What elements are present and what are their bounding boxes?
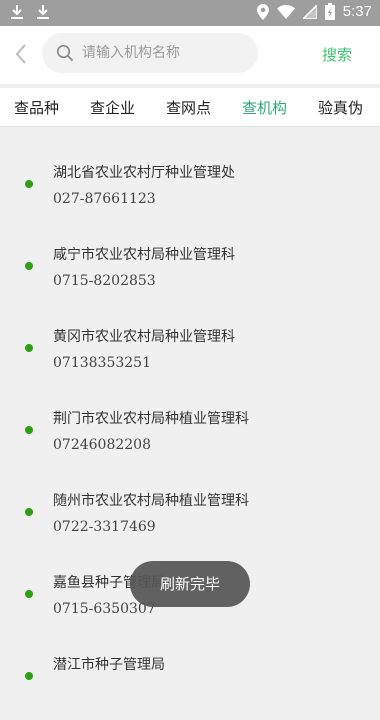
institution-phone: 07246082208 [53, 437, 151, 453]
download-icon [10, 4, 24, 20]
institution-name: 荆门市农业农村局种植业管理科 [53, 411, 249, 427]
institution-list: 湖北省农业农村厅种业管理处 027-87661123 咸宁市农业农村局种业管理科… [0, 146, 380, 720]
institution-name: 随州市农业农村局种植业管理科 [53, 493, 249, 509]
bullet-dot-icon [25, 344, 33, 352]
tab-verify[interactable]: 验真伪 [318, 97, 363, 118]
institution-name: 湖北省农业农村厅种业管理处 [53, 165, 235, 181]
search-button[interactable]: 搜索 [322, 44, 352, 65]
list-item[interactable]: 潜江市种子管理局 [0, 638, 380, 720]
chevron-left-icon[interactable] [12, 42, 32, 66]
toast-message: 刷新完毕 [130, 561, 250, 607]
wifi-icon [276, 4, 295, 19]
institution-phone: 0715-8202853 [53, 273, 156, 289]
institution-name: 潜江市种子管理局 [53, 657, 165, 673]
bullet-dot-icon [25, 672, 33, 680]
institution-name: 黄冈市农业农村局种业管理科 [53, 329, 235, 345]
search-icon [56, 44, 74, 62]
category-tabs: 查品种 查企业 查网点 查机构 验真伪 [0, 88, 380, 127]
header: 搜索 [0, 26, 380, 84]
signal-icon [302, 4, 317, 19]
list-item[interactable]: 湖北省农业农村厅种业管理处 027-87661123 [0, 146, 380, 228]
institution-phone: 027-87661123 [53, 191, 156, 207]
status-time: 5:37 [342, 3, 372, 20]
download-icon [36, 4, 50, 20]
institution-name: 咸宁市农业农村局种业管理科 [53, 247, 235, 263]
list-item[interactable]: 荆门市农业农村局种植业管理科 07246082208 [0, 392, 380, 474]
status-bar: 5:37 [0, 0, 380, 26]
list-item[interactable]: 咸宁市农业农村局种业管理科 0715-8202853 [0, 228, 380, 310]
list-item[interactable]: 随州市农业农村局种植业管理科 0722-3317469 [0, 474, 380, 556]
institution-phone: 0722-3317469 [53, 519, 156, 535]
bullet-dot-icon [25, 590, 33, 598]
tab-outlet[interactable]: 查网点 [166, 97, 211, 118]
tab-variety[interactable]: 查品种 [14, 97, 59, 118]
tab-institution[interactable]: 查机构 [242, 97, 287, 118]
battery-icon [324, 3, 335, 20]
search-box[interactable] [42, 33, 258, 73]
bullet-dot-icon [25, 180, 33, 188]
search-input[interactable] [82, 33, 252, 73]
bullet-dot-icon [25, 426, 33, 434]
bullet-dot-icon [25, 508, 33, 516]
institution-phone: 07138353251 [53, 355, 151, 371]
list-item[interactable]: 黄冈市农业农村局种业管理科 07138353251 [0, 310, 380, 392]
tab-enterprise[interactable]: 查企业 [90, 97, 135, 118]
bullet-dot-icon [25, 262, 33, 270]
location-icon [256, 3, 269, 20]
